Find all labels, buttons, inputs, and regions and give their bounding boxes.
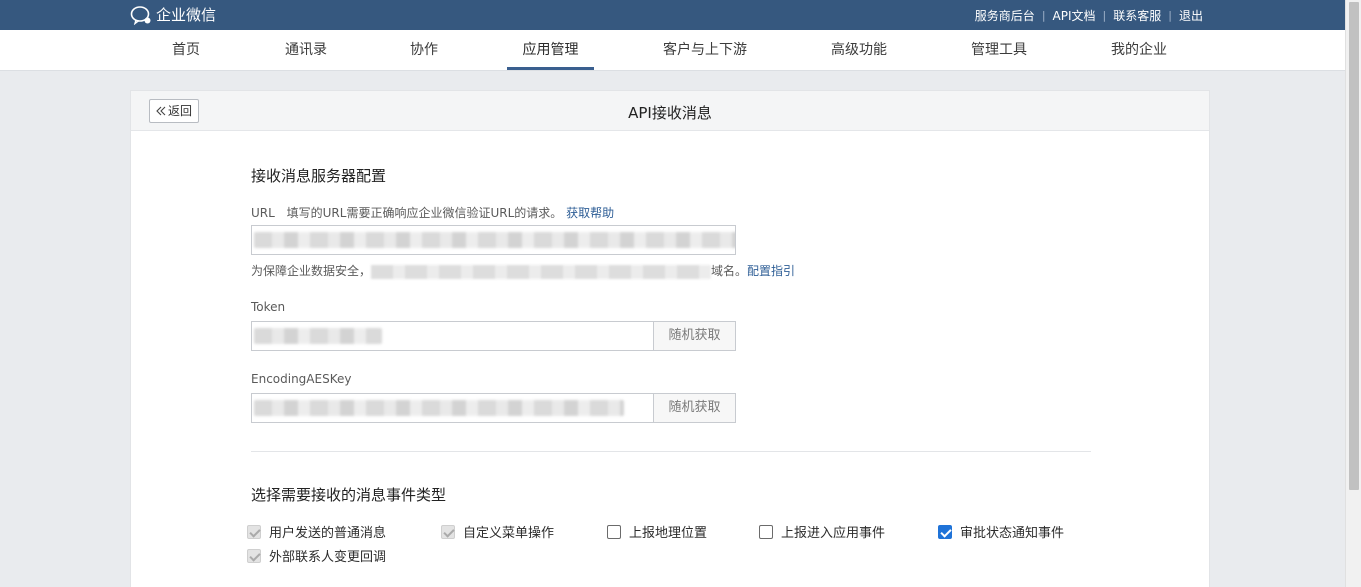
event-option-custom-menu[interactable]: 自定义菜单操作	[441, 522, 554, 541]
top-bar: 企业微信 服务商后台 | API文档 | 联系客服 | 退出	[0, 0, 1345, 30]
event-option-label: 审批状态通知事件	[960, 526, 1065, 541]
brand-name: 企业微信	[156, 6, 217, 24]
api-receive-card: 返回 API接收消息 接收消息服务器配置 URL 填写的URL需要正确响应企业微…	[130, 90, 1210, 587]
checkbox[interactable]	[247, 524, 261, 539]
url-label: URL	[251, 206, 275, 220]
event-option-location[interactable]: 上报地理位置	[607, 522, 707, 541]
security-note-suffix: 域名。	[711, 264, 748, 278]
checkbox[interactable]	[441, 524, 455, 539]
event-option-approval[interactable]: 审批状态通知事件	[938, 522, 1064, 541]
checkbox[interactable]	[607, 524, 621, 539]
top-links: 服务商后台 | API文档 | 联系客服 | 退出	[968, 7, 1210, 24]
main-nav: 首页 通讯录 协作 应用管理 客户与上下游 高级功能 管理工具 我的企业	[0, 30, 1345, 71]
url-help-link[interactable]: 获取帮助	[566, 206, 614, 220]
checkbox[interactable]	[938, 524, 952, 539]
nav-advanced[interactable]: 高级功能	[823, 30, 895, 70]
redacted-value	[254, 400, 624, 416]
checkbox[interactable]	[247, 548, 261, 563]
top-link-contact-support[interactable]: 联系客服	[1106, 7, 1168, 24]
scrollbar-thumb[interactable]	[1349, 2, 1359, 490]
events-title: 选择需要接收的消息事件类型	[251, 486, 447, 504]
checkbox[interactable]	[759, 524, 773, 539]
top-link-api-docs[interactable]: API文档	[1046, 7, 1103, 24]
server-config-title: 接收消息服务器配置	[251, 167, 387, 185]
event-option-external-contact[interactable]: 外部联系人变更回调	[247, 546, 386, 565]
page-scrollbar[interactable]	[1345, 0, 1361, 587]
event-option-enter-app[interactable]: 上报进入应用事件	[759, 522, 885, 541]
event-option-label: 上报地理位置	[629, 526, 708, 541]
brand-logo[interactable]: 企业微信	[130, 4, 216, 25]
security-note-prefix: 为保障企业数据安全，	[251, 264, 372, 278]
event-option-label: 自定义菜单操作	[463, 526, 555, 541]
redacted-value	[254, 328, 382, 344]
token-input[interactable]: 随机获取	[251, 321, 736, 351]
redacted-text	[371, 264, 712, 279]
redacted-value	[254, 232, 735, 248]
event-option-normal-message[interactable]: 用户发送的普通消息	[247, 522, 386, 541]
aes-key-label: EncodingAESKey	[251, 372, 352, 386]
nav-app-management[interactable]: 应用管理	[507, 30, 594, 70]
aes-key-random-button[interactable]: 随机获取	[653, 394, 735, 422]
event-option-label: 上报进入应用事件	[781, 526, 886, 541]
section-divider	[251, 451, 1091, 452]
token-label: Token	[251, 300, 286, 314]
security-note: 为保障企业数据安全， 域名。配置指引	[251, 262, 795, 279]
nav-customers[interactable]: 客户与上下游	[655, 30, 755, 70]
token-random-button[interactable]: 随机获取	[653, 322, 735, 350]
aes-key-input[interactable]: 随机获取	[251, 393, 736, 423]
card-header: 返回 API接收消息	[131, 91, 1209, 131]
nav-my-company[interactable]: 我的企业	[1103, 30, 1175, 70]
url-hint: 填写的URL需要正确响应企业微信验证URL的请求。	[286, 206, 563, 220]
event-option-label: 用户发送的普通消息	[269, 526, 387, 541]
nav-contacts[interactable]: 通讯录	[276, 30, 336, 70]
nav-management-tools[interactable]: 管理工具	[963, 30, 1035, 70]
top-link-provider-admin[interactable]: 服务商后台	[968, 7, 1042, 24]
top-link-logout[interactable]: 退出	[1172, 7, 1210, 24]
url-label-row: URL 填写的URL需要正确响应企业微信验证URL的请求。 获取帮助	[251, 204, 614, 221]
url-input[interactable]	[251, 225, 736, 255]
event-option-label: 外部联系人变更回调	[269, 550, 387, 565]
config-guide-link[interactable]: 配置指引	[747, 264, 795, 278]
nav-collaboration[interactable]: 协作	[400, 30, 448, 70]
wechat-work-logo-icon	[130, 5, 151, 25]
nav-home[interactable]: 首页	[158, 30, 214, 70]
page-title: API接收消息	[628, 104, 712, 122]
